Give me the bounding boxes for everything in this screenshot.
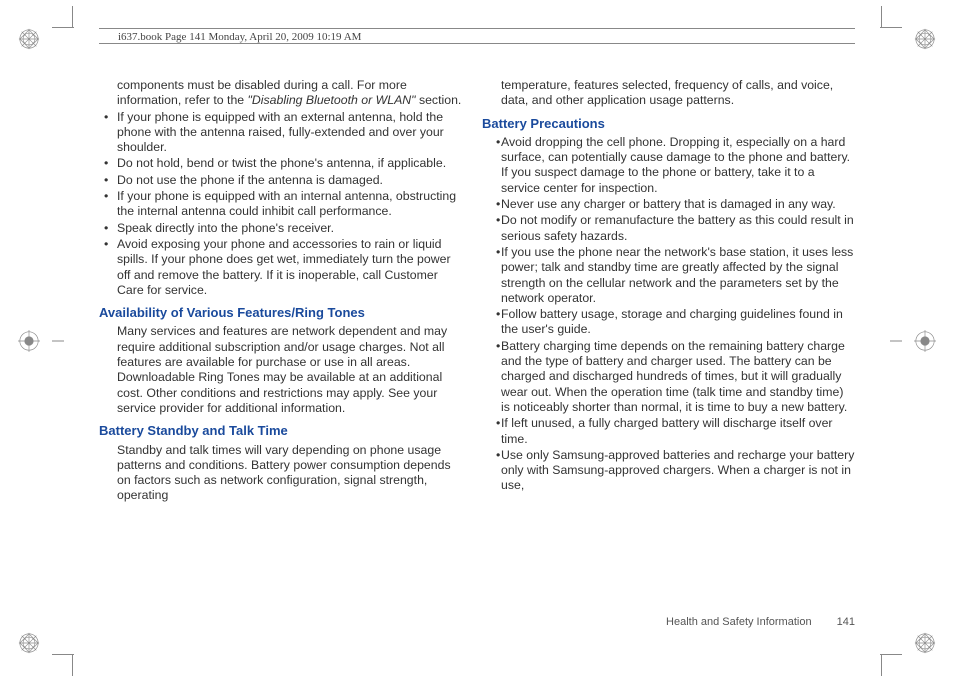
crop-mark-icon [52, 341, 64, 342]
list-item: Use only Samsung-approved batteries and … [491, 448, 855, 494]
registration-mark-icon [18, 632, 40, 654]
list-item: Avoid dropping the cell phone. Dropping … [491, 135, 855, 196]
section-heading: Availability of Various Features/Ring To… [99, 305, 463, 320]
section-heading: Battery Precautions [482, 116, 855, 131]
crop-mark-icon [52, 654, 74, 655]
registration-mark-icon [18, 330, 40, 352]
crop-mark-icon [881, 6, 882, 28]
footer-section-title: Health and Safety Information [666, 616, 812, 628]
list-item: Battery charging time depends on the rem… [491, 339, 855, 415]
crop-mark-icon [880, 654, 902, 655]
crop-mark-icon [72, 654, 73, 676]
list-item: Speak directly into the phone's receiver… [99, 221, 463, 236]
page-number: 141 [837, 616, 855, 628]
crop-mark-icon [52, 27, 74, 28]
body-paragraph: components must be disabled during a cal… [99, 78, 463, 109]
body-paragraph: Many services and features are network d… [99, 324, 463, 416]
list-item: If left unused, a fully charged battery … [491, 416, 855, 447]
list-item: Never use any charger or battery that is… [491, 197, 855, 212]
list-item: If you use the phone near the network's … [491, 245, 855, 306]
crop-mark-icon [880, 27, 902, 28]
section-heading: Battery Standby and Talk Time [99, 423, 463, 438]
crop-mark-icon [72, 6, 73, 28]
crop-mark-icon [890, 341, 902, 342]
page-body: components must be disabled during a cal… [99, 78, 855, 600]
list-item: If your phone is equipped with an intern… [99, 189, 463, 220]
list-item: Avoid exposing your phone and accessorie… [99, 237, 463, 298]
registration-mark-icon [914, 632, 936, 654]
registration-mark-icon [18, 28, 40, 50]
page-footer: Health and Safety Information 141 [666, 616, 855, 628]
list-item: If your phone is equipped with an extern… [99, 110, 463, 156]
registration-mark-icon [914, 330, 936, 352]
column-left: components must be disabled during a cal… [99, 78, 463, 600]
body-paragraph: Standby and talk times will vary dependi… [99, 443, 463, 504]
column-right: temperature, features selected, frequenc… [491, 78, 855, 600]
list-item: Do not hold, bend or twist the phone's a… [99, 156, 463, 171]
list-item: Do not modify or remanufacture the batte… [491, 213, 855, 244]
body-paragraph: temperature, features selected, frequenc… [491, 78, 855, 109]
list-item: Do not use the phone if the antenna is d… [99, 173, 463, 188]
body-text: section. [416, 93, 462, 107]
running-header: i637.book Page 141 Monday, April 20, 200… [99, 28, 855, 44]
body-text-italic: "Disabling Bluetooth or WLAN" [248, 93, 416, 107]
registration-mark-icon [914, 28, 936, 50]
list-item: Follow battery usage, storage and chargi… [491, 307, 855, 338]
crop-mark-icon [881, 654, 882, 676]
